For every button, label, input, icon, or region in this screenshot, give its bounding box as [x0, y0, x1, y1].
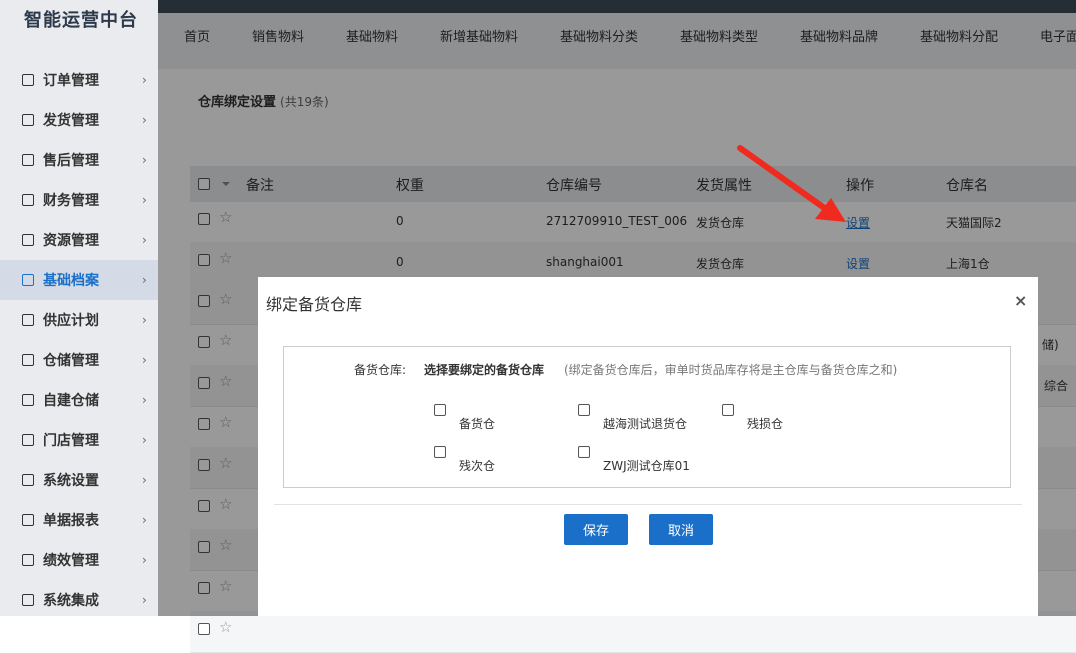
table-row: ☆ [190, 611, 1076, 653]
star-icon[interactable]: ☆ [219, 620, 232, 635]
annotation-arrow-icon [737, 145, 846, 222]
row-checkbox[interactable] [198, 623, 210, 635]
